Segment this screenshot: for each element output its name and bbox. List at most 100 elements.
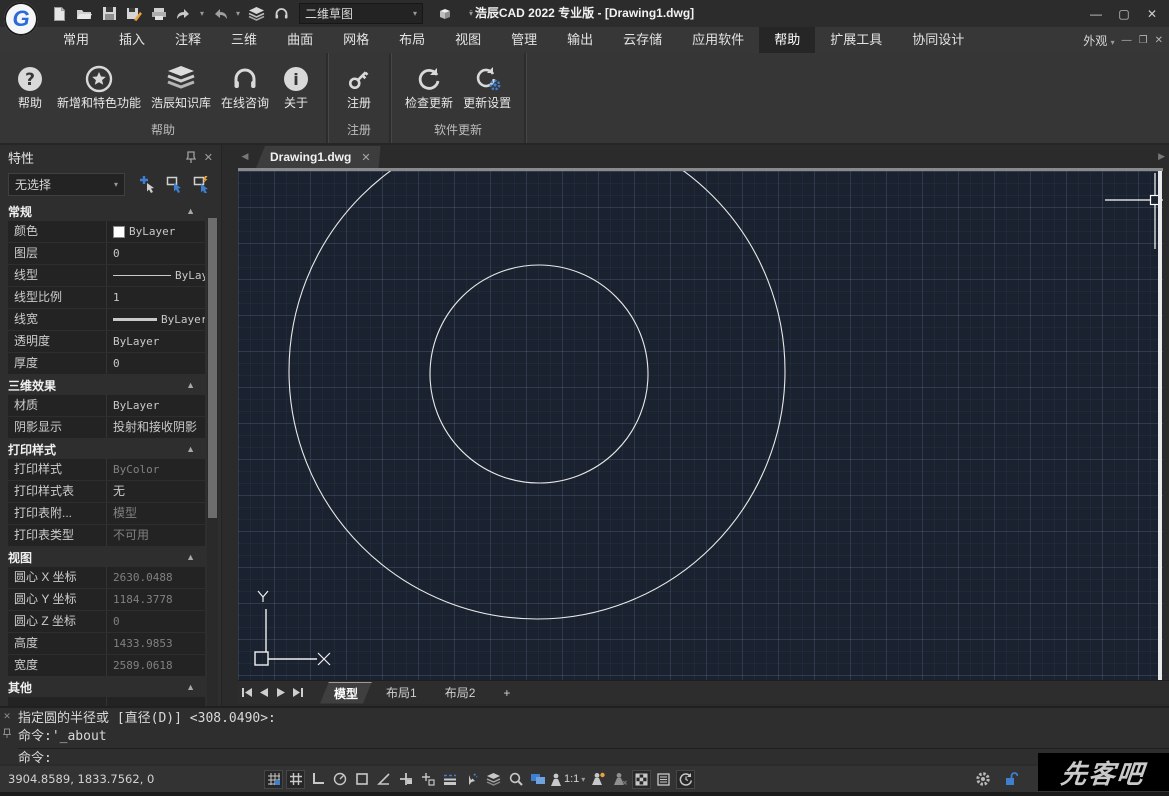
minimize-button[interactable]: —: [1083, 4, 1109, 24]
plot-icon[interactable]: [148, 3, 170, 25]
scrollbar-thumb[interactable]: [208, 218, 217, 518]
quick-select-icon[interactable]: [164, 173, 186, 195]
appearance-menu[interactable]: 外观 ▾: [1083, 32, 1114, 49]
command-line-area[interactable]: ✕ 指定圆的半径或 [直径(D)] <308.0490>: 命令:'_about…: [0, 706, 1169, 764]
register-button[interactable]: 注册: [342, 63, 376, 112]
property-row-shadow[interactable]: 阴影显示 投射和接收阴影: [8, 417, 205, 439]
about-button[interactable]: i 关于: [279, 63, 313, 112]
palette-close-icon[interactable]: ✕: [204, 151, 213, 164]
selection-dropdown[interactable]: 无选择 ▾: [8, 173, 125, 196]
property-row-color[interactable]: 颜色 ByLayer: [8, 221, 205, 243]
object-snap-icon[interactable]: [352, 770, 371, 789]
section-header-plot-style[interactable]: 打印样式▲: [0, 439, 205, 459]
app-logo[interactable]: G: [4, 2, 38, 36]
next-layout-icon[interactable]: [272, 684, 289, 702]
mdi-restore-button[interactable]: ❐: [1139, 35, 1148, 46]
drawing-utility-cube-icon[interactable]: [434, 3, 456, 25]
maximize-button[interactable]: ▢: [1111, 4, 1137, 24]
lineweight-display-icon[interactable]: [440, 770, 459, 789]
tab-layout1[interactable]: 布局1: [372, 682, 431, 704]
settings-gear-icon[interactable]: [973, 770, 992, 789]
ribbon-tab-wangge[interactable]: 网格: [328, 27, 384, 53]
ribbon-tab-xietongsheji[interactable]: 协同设计: [897, 27, 979, 53]
drawing-canvas[interactable]: [238, 168, 1163, 680]
dynamic-input-icon[interactable]: [396, 770, 415, 789]
last-layout-icon[interactable]: [289, 684, 306, 702]
new-features-button[interactable]: 新增和特色功能: [57, 63, 141, 112]
ribbon-tab-charu[interactable]: 插入: [104, 27, 160, 53]
pin-icon[interactable]: [186, 151, 196, 163]
property-row-layer[interactable]: 图层 0: [8, 243, 205, 265]
annotation-autoscale-icon[interactable]: [610, 770, 629, 789]
object-snap-tracking-icon[interactable]: [418, 770, 437, 789]
mdi-minimize-button[interactable]: —: [1122, 35, 1132, 46]
ribbon-tab-yingyongruanjian[interactable]: 应用软件: [677, 27, 759, 53]
property-row-plot-table-type[interactable]: 打印表类型 不可用: [8, 525, 205, 547]
annotation-visibility-icon[interactable]: [588, 770, 607, 789]
sheet-set-icon[interactable]: [245, 3, 267, 25]
snap-grid-icon[interactable]: [264, 770, 283, 789]
property-row-width[interactable]: 宽度 2589.0618: [8, 655, 205, 677]
dual-monitor-icon[interactable]: [528, 770, 547, 789]
property-row-plot-style-table[interactable]: 打印样式表 无: [8, 481, 205, 503]
command-close-icon[interactable]: ✕: [3, 711, 11, 722]
property-row-plot-style[interactable]: 打印样式 ByColor: [8, 459, 205, 481]
property-row-transparency[interactable]: 透明度 ByLayer: [8, 331, 205, 353]
online-support-button[interactable]: 在线咨询: [221, 63, 269, 112]
doc-tabs-left-chevron-icon[interactable]: ◀: [238, 145, 252, 168]
redo-dropdown-caret[interactable]: ▾: [234, 9, 242, 18]
ribbon-tab-sanwei[interactable]: 三维: [216, 27, 272, 53]
zoom-magnifier-icon[interactable]: [506, 770, 525, 789]
doc-tabs-right-chevron-icon[interactable]: ▶: [1158, 145, 1165, 168]
new-file-icon[interactable]: [48, 3, 70, 25]
redo-icon[interactable]: [209, 3, 231, 25]
ribbon-tab-guanli[interactable]: 管理: [496, 27, 552, 53]
ribbon-tab-zhushi[interactable]: 注释: [160, 27, 216, 53]
save-as-icon[interactable]: [123, 3, 145, 25]
tab-close-icon[interactable]: ✕: [361, 151, 370, 164]
polar-tracking-icon[interactable]: [330, 770, 349, 789]
support-headset-icon[interactable]: [270, 3, 292, 25]
mdi-close-button[interactable]: ✕: [1155, 35, 1163, 46]
ribbon-tab-yuncunchu[interactable]: 云存储: [608, 27, 677, 53]
grid-display-icon[interactable]: [286, 770, 305, 789]
ribbon-tab-qumian[interactable]: 曲面: [272, 27, 328, 53]
command-pin-icon[interactable]: [3, 728, 11, 738]
ribbon-tab-buju[interactable]: 布局: [384, 27, 440, 53]
ortho-mode-icon[interactable]: [308, 770, 327, 789]
section-header-3d-effects[interactable]: 三维效果▲: [0, 375, 205, 395]
property-row-plot-table-attached[interactable]: 打印表附... 模型: [8, 503, 205, 525]
section-header-other[interactable]: 其他▲: [0, 677, 205, 697]
toolbar-overflow-caret[interactable]: ▾̄: [467, 9, 475, 18]
section-header-view[interactable]: 视图▲: [0, 547, 205, 567]
close-button[interactable]: ✕: [1139, 4, 1165, 24]
property-row-height[interactable]: 高度 1433.9853: [8, 633, 205, 655]
first-layout-icon[interactable]: [238, 684, 255, 702]
section-header-general[interactable]: 常规▲: [0, 201, 205, 221]
property-row-linetype-scale[interactable]: 线型比例 1: [8, 287, 205, 309]
properties-scrollbar[interactable]: [207, 218, 218, 710]
knowledge-base-button[interactable]: 浩辰知识库: [151, 63, 211, 112]
property-row-lineweight[interactable]: 线宽 ByLayer: [8, 309, 205, 331]
isodraft-angle-icon[interactable]: [374, 770, 393, 789]
quick-select-lightning-icon[interactable]: [191, 173, 213, 195]
ribbon-tab-kuozhangongju[interactable]: 扩展工具: [815, 27, 897, 53]
property-row-center-x[interactable]: 圆心 X 坐标 2630.0488: [8, 567, 205, 589]
undo-dropdown-caret[interactable]: ▾: [198, 9, 206, 18]
update-settings-button[interactable]: 更新设置: [463, 63, 511, 112]
undo-icon[interactable]: [173, 3, 195, 25]
tab-add-layout[interactable]: +: [489, 682, 524, 704]
check-update-button[interactable]: 检查更新: [405, 63, 453, 112]
save-icon[interactable]: [98, 3, 120, 25]
unlock-icon[interactable]: [1002, 770, 1021, 789]
annotation-scale-control[interactable]: 1:1 ▾: [550, 773, 585, 786]
add-selection-icon[interactable]: [137, 173, 159, 195]
canvas-scrollbar[interactable]: [1158, 171, 1162, 680]
annotation-monitor-icon[interactable]: [654, 770, 673, 789]
property-row-linetype[interactable]: 线型 ByLayer: [8, 265, 205, 287]
ribbon-tab-bangzhu[interactable]: 帮助: [759, 27, 815, 53]
tab-layout2[interactable]: 布局2: [431, 682, 490, 704]
help-button[interactable]: ? 帮助: [13, 63, 47, 112]
property-row-material[interactable]: 材质 ByLayer: [8, 395, 205, 417]
ribbon-tab-shuchu[interactable]: 输出: [552, 27, 608, 53]
